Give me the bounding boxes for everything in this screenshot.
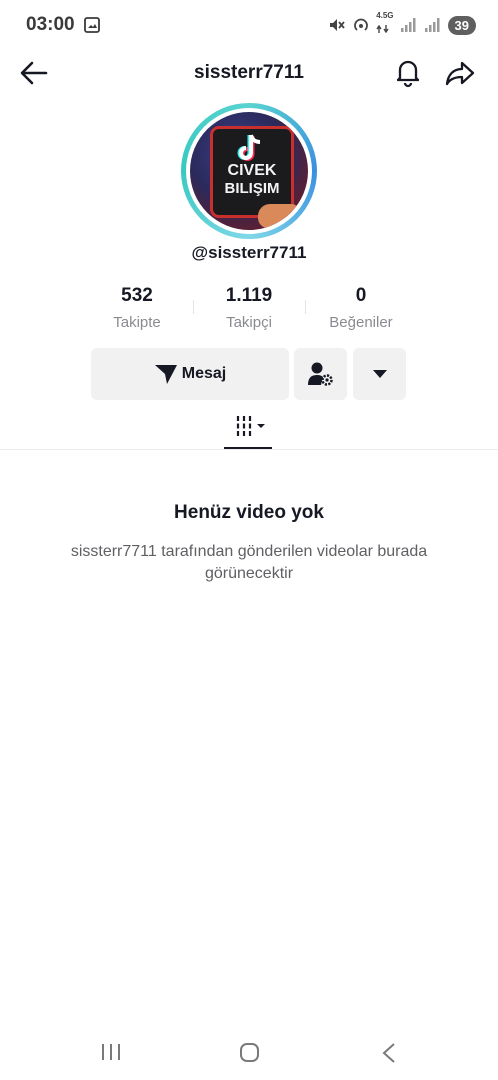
video-grid-icon (236, 416, 265, 436)
home-icon[interactable] (239, 1042, 260, 1063)
tiktok-logo-icon (237, 134, 261, 161)
stat-following[interactable]: 532 Takipte (82, 285, 192, 331)
stat-label: Takipçi (226, 314, 272, 331)
system-nav-bar (0, 1030, 498, 1074)
clock: 03:00 (26, 14, 75, 35)
stat-label: Beğeniler (329, 314, 393, 331)
empty-state-description: sissterr7711 tarafından gönderilen video… (70, 543, 428, 582)
user-settings-icon (308, 362, 333, 386)
nav-back-icon[interactable] (380, 1042, 398, 1064)
avatar-hand (258, 204, 298, 228)
status-icons: 4.5G 39 (328, 11, 476, 38)
share-icon[interactable] (444, 57, 476, 89)
tab-videos[interactable] (224, 410, 272, 446)
status-bar: 03:00 4.5G 39 (0, 0, 498, 50)
stat-likes[interactable]: 0 Beğeniler (306, 285, 416, 331)
tab-divider (0, 449, 498, 450)
message-button[interactable]: Mesaj (91, 348, 289, 400)
avatar-text-1: CIVEK (227, 162, 277, 179)
stat-followers[interactable]: 1.119 Takipçi (194, 285, 304, 331)
battery-badge: 39 (447, 15, 476, 35)
avatar: CIVEK BILIŞIM (190, 112, 308, 230)
mute-icon (330, 19, 345, 31)
user-settings-button[interactable] (294, 348, 347, 400)
avatar-frame: CIVEK BILIŞIM (186, 108, 312, 234)
empty-state-title: Henüz video yok (174, 502, 324, 523)
profile-handle: @sissterr7711 (191, 243, 307, 262)
data-arrows-icon (376, 24, 389, 34)
stat-value: 1.119 (225, 285, 273, 306)
screenshot-icon (84, 17, 100, 33)
more-button[interactable] (353, 348, 406, 400)
avatar-ring[interactable]: CIVEK BILIŞIM (181, 103, 317, 239)
network-label: 4.5G (376, 11, 394, 20)
message-button-label: Mesaj (181, 365, 227, 382)
caret-down-icon (373, 370, 387, 378)
top-bar: sissterr7711 (0, 50, 498, 96)
stat-value: 0 (355, 285, 367, 306)
signal-icon-2 (424, 18, 440, 32)
recent-apps-icon[interactable] (100, 1042, 122, 1062)
stat-label: Takipte (113, 314, 161, 331)
avatar-text-2: BILIŞIM (224, 180, 280, 197)
hotspot-icon (354, 18, 369, 31)
bell-icon[interactable] (392, 56, 424, 88)
stat-value: 532 (121, 285, 153, 306)
network-type: 4.5G (376, 11, 394, 38)
send-icon (154, 365, 177, 384)
signal-icon (400, 18, 416, 32)
